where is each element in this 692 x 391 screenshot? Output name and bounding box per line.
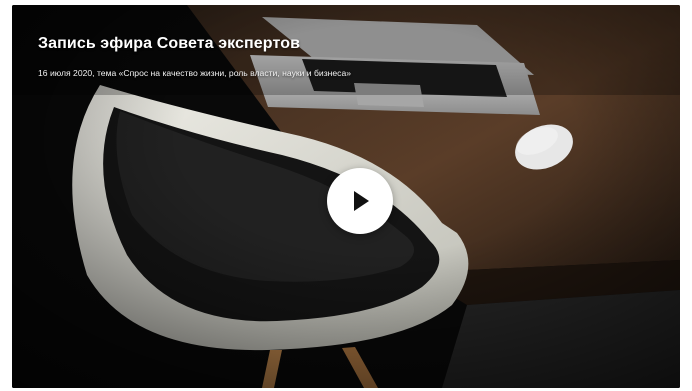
play-button[interactable] [327, 168, 393, 234]
play-icon [354, 191, 369, 211]
video-subtitle: 16 июля 2020, тема «Спрос на качество жи… [38, 68, 352, 78]
video-title: Запись эфира Совета экспертов [38, 35, 301, 52]
video-player[interactable]: Запись эфира Совета экспертов 16 июля 20… [12, 5, 680, 388]
